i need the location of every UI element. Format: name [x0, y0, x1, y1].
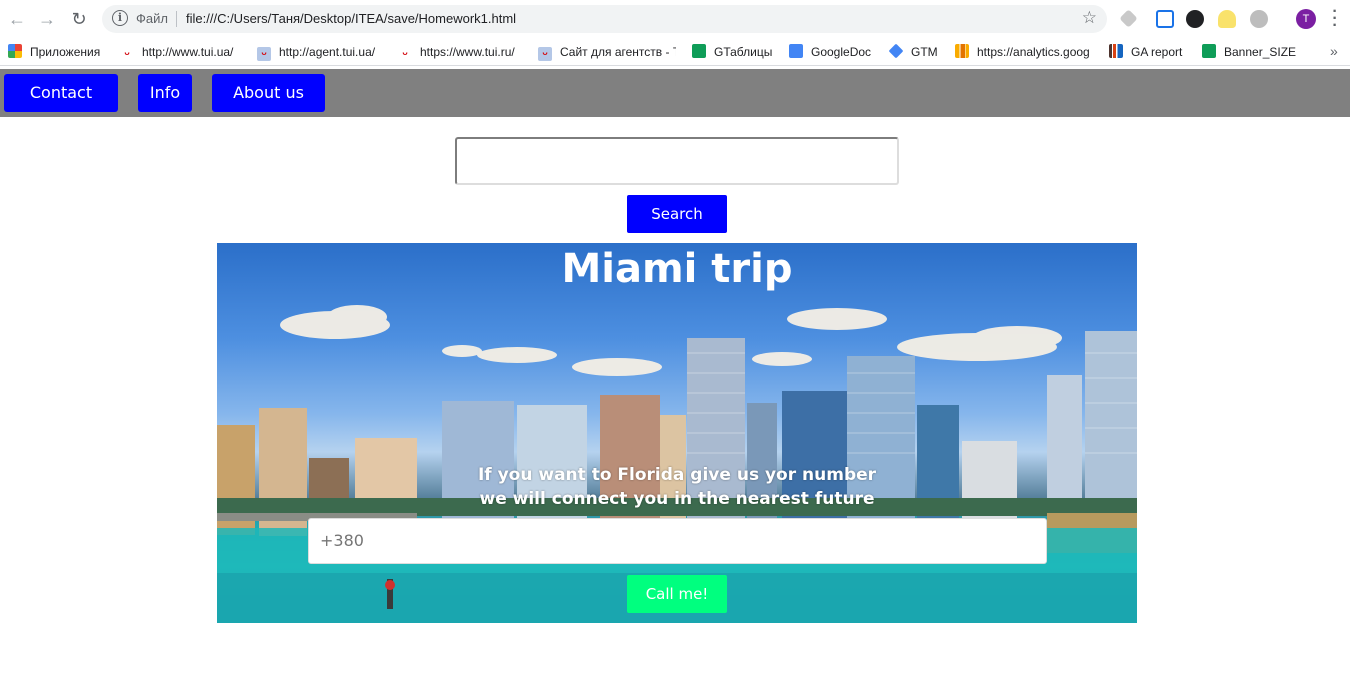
- bookmark-banner-size[interactable]: Banner_SIZE: [1202, 43, 1296, 61]
- about-us-button[interactable]: About us: [212, 74, 325, 112]
- profile-avatar[interactable]: T: [1296, 9, 1316, 29]
- tui-icon: ᵕ: [257, 47, 271, 61]
- miami-skyline-image: [217, 305, 1137, 623]
- analytics-icon: [955, 44, 969, 58]
- apps-grid-icon: [8, 44, 22, 58]
- bookmark-agency-site[interactable]: ᵕ Сайт для агентств - Т: [538, 43, 676, 61]
- hero-text-line-1: If you want to Florida give us yor numbe…: [477, 465, 877, 485]
- browser-menu-icon[interactable]: · · ·: [1330, 4, 1340, 34]
- tui-icon: ᵕ: [398, 47, 412, 61]
- contact-button[interactable]: Contact: [4, 74, 118, 112]
- miami-hero: Miami trip If you want to Florida give u…: [217, 243, 1137, 623]
- bookmark-googledoc[interactable]: GoogleDoc: [789, 43, 871, 61]
- sheets-icon: [692, 44, 706, 58]
- bookmark-label: http://agent.tui.ua/: [279, 45, 376, 59]
- call-me-button[interactable]: Call me!: [627, 575, 727, 613]
- tui-icon: ᵕ: [538, 47, 552, 61]
- bookmark-label: https://analytics.goog: [977, 45, 1090, 59]
- bookmark-apps[interactable]: Приложения: [8, 43, 100, 61]
- bookmarks-more-icon[interactable]: »: [1330, 43, 1338, 59]
- bookmark-label: Приложения: [30, 45, 101, 59]
- extension-icon[interactable]: [1119, 9, 1138, 28]
- docs-icon: [789, 44, 803, 58]
- extension-s-icon[interactable]: [1186, 10, 1204, 28]
- bookmark-label: GoogleDoc: [811, 45, 872, 59]
- bookmark-agent-tui[interactable]: ᵕ http://agent.tui.ua/: [257, 43, 375, 61]
- bookmark-ga-report[interactable]: GA report: [1109, 43, 1182, 61]
- bookmark-label: http://www.tui.ua/: [142, 45, 234, 59]
- bookmark-gtm[interactable]: GTM: [888, 43, 938, 61]
- search-input[interactable]: [455, 137, 899, 185]
- back-icon[interactable]: ←: [6, 8, 28, 30]
- file-label: Файл: [136, 11, 168, 26]
- hero-description: If you want to Florida give us yor numbe…: [437, 463, 917, 511]
- chart-icon: [1109, 44, 1123, 58]
- bookmark-label: GA report: [1131, 45, 1183, 59]
- extension-bulb-icon[interactable]: [1218, 10, 1236, 28]
- extension-translate-icon[interactable]: [1156, 10, 1174, 28]
- browser-toolbar: ← → ↻ i Файл file:///C:/Users/Таня/Deskt…: [0, 0, 1350, 38]
- bookmarks-bar: Приложения ᵕ http://www.tui.ua/ ᵕ http://a…: [0, 38, 1350, 66]
- sheets-icon: [1202, 44, 1216, 58]
- bookmark-label: https://www.tui.ru/: [420, 45, 515, 59]
- reload-icon[interactable]: ↻: [68, 8, 90, 30]
- bookmark-label: Banner_SIZE: [1224, 45, 1297, 59]
- site-nav: Contact Info About us: [0, 69, 1350, 117]
- forward-icon[interactable]: →: [36, 8, 58, 30]
- bookmark-tui-ua[interactable]: ᵕ http://www.tui.ua/: [120, 43, 233, 61]
- extension-globe-icon[interactable]: [1250, 10, 1268, 28]
- tui-icon: ᵕ: [120, 47, 134, 61]
- phone-input[interactable]: +380: [308, 518, 1047, 564]
- bookmark-analytics[interactable]: https://analytics.goog: [955, 43, 1093, 61]
- bookmark-label: GTM: [911, 45, 938, 59]
- search-button[interactable]: Search: [627, 195, 727, 233]
- bookmark-label: Сайт для агентств - Т: [560, 45, 676, 59]
- bookmark-star-icon[interactable]: ☆: [1082, 8, 1097, 28]
- bookmark-gsheets[interactable]: GТаблицы: [692, 43, 772, 61]
- gtm-icon: [888, 43, 904, 59]
- bookmark-tui-ru[interactable]: ᵕ https://www.tui.ru/: [398, 43, 515, 61]
- info-button[interactable]: Info: [138, 74, 192, 112]
- info-icon[interactable]: i: [112, 10, 128, 26]
- hero-text-line-2: we will connect you in the nearest futur…: [479, 489, 875, 509]
- bookmark-label: GТаблицы: [714, 45, 773, 59]
- address-bar[interactable]: i Файл file:///C:/Users/Таня/Desktop/ITE…: [102, 5, 1107, 33]
- omnibox-divider: [176, 11, 177, 27]
- hero-title: Miami trip: [561, 246, 793, 292]
- url-text[interactable]: file:///C:/Users/Таня/Desktop/ITEA/save/…: [186, 11, 516, 26]
